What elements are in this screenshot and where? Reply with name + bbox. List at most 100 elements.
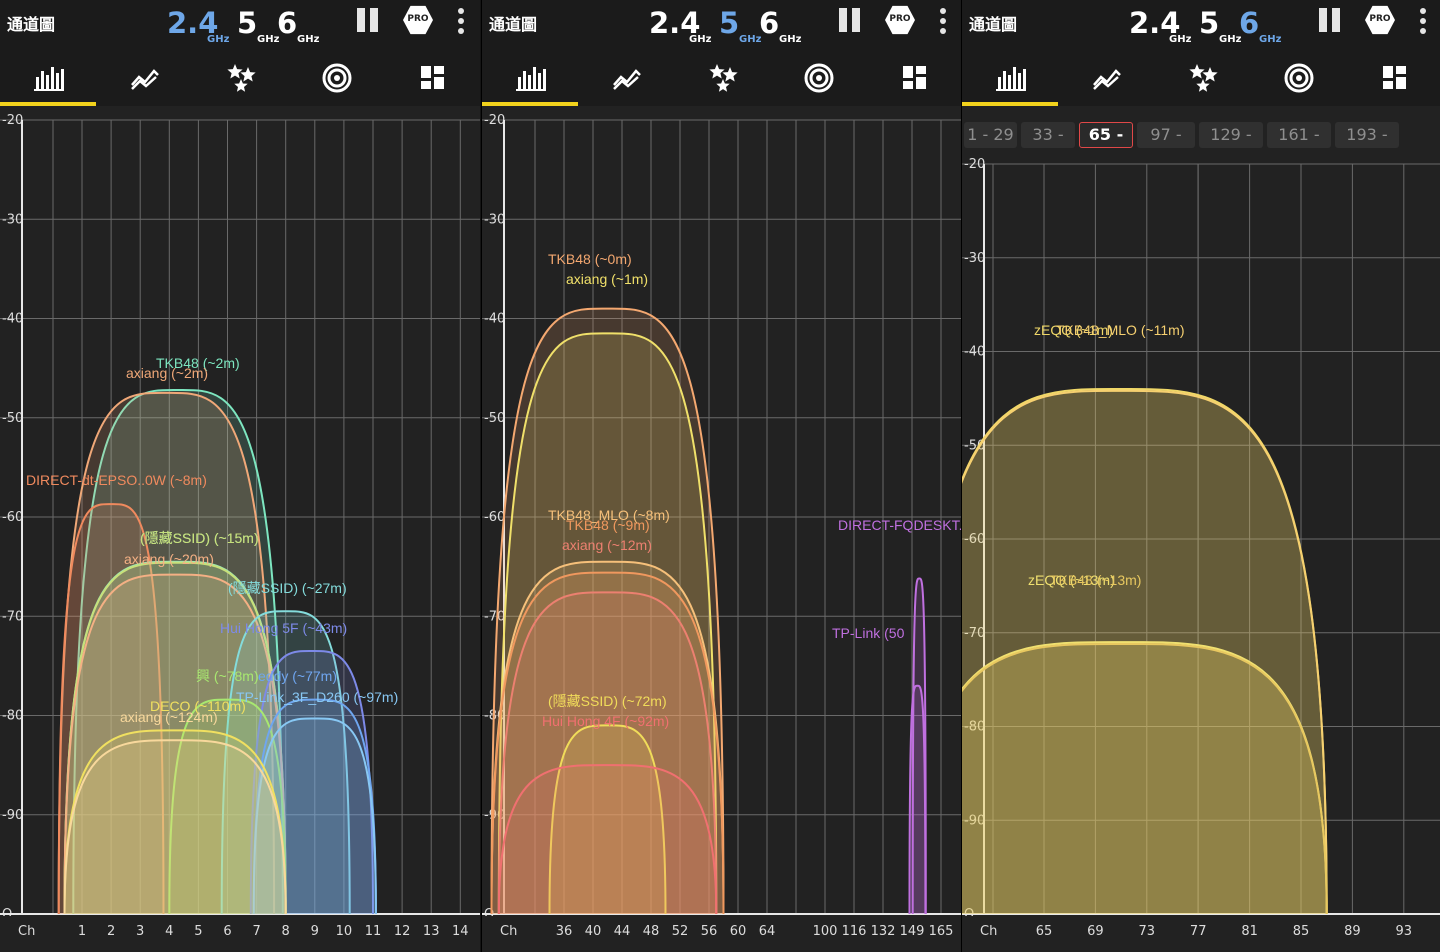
tab-rating[interactable] [192,52,288,106]
channel-range-button[interactable]: 33 - 61 [1021,122,1075,170]
channel-range-button[interactable]: 1 - 29 [964,122,1017,148]
rating-tab-icon [709,64,738,92]
x-tick-label: 12 [394,924,411,939]
band-toggle-2-4ghz[interactable]: 2.4 GHz [165,6,229,46]
y-tick-label: -30 [964,251,985,266]
x-tick-label: 1 [78,924,86,939]
tab-channel-graph[interactable] [482,52,578,106]
pro-badge-icon[interactable]: PRO [885,5,915,35]
band-toggle-5ghz[interactable]: 5 GHz [717,6,761,46]
band-toggle-6ghz[interactable]: 6 GHz [1237,6,1281,46]
network-label[interactable]: TKB48 (~9m) [566,517,650,533]
pro-badge-icon[interactable]: PRO [403,5,433,35]
band-number: 5 [237,6,258,40]
network-curve[interactable] [63,739,287,915]
channel-range-button[interactable]: 193 - 233 [1335,122,1399,170]
time-graph-tab-icon [131,69,159,90]
network-curve[interactable] [908,684,927,915]
channel-range-button[interactable]: 129 - 157 [1199,122,1263,170]
x-tick-label: 7 [252,924,260,939]
x-tick-label: 2 [107,924,115,939]
x-axis-label: Ch [18,924,35,939]
network-label[interactable]: TKB48 (~0m) [548,251,632,267]
channel-range-button[interactable]: 65 - 93 [1079,122,1133,168]
network-label[interactable]: eddy (~77m) [258,668,337,684]
tab-dashboard[interactable] [1346,52,1440,106]
network-curve[interactable] [962,642,1328,915]
network-curve[interactable] [497,764,718,915]
y-tick-label: -30 [484,212,505,227]
x-tick-label: 36 [556,924,573,939]
channel-graph-tab-icon [516,67,546,91]
y-tick-label: -50 [484,411,505,426]
channel-chart-svg: -20-30-40-50-60-70-80-90QCh3640444852566… [482,106,962,952]
network-label[interactable]: (隱藏SSID) (~27m) [228,580,347,596]
network-label[interactable]: axiang (~12m) [562,537,652,553]
tab-time-graph[interactable] [1058,52,1154,106]
band-unit: GHz [297,34,320,45]
network-label[interactable]: Hui Hong 4F (~92m) [542,713,669,729]
channel-range-button[interactable]: 161 - 189 [1267,122,1331,170]
network-label[interactable]: TKB48_MLO (~11m) [1056,322,1185,338]
network-label[interactable]: (隱藏SSID) (~72m) [548,693,667,709]
network-label[interactable]: TP-Link (50 [832,625,905,641]
network-label[interactable]: Hui Hong 5F (~43m) [220,620,347,636]
tab-access-points[interactable] [288,52,384,106]
network-label[interactable]: DIRECT-FQDESKT..F [838,517,962,533]
channel-chart: -20-30-40-50-60-70-80-90QCh6569737781858… [962,150,1440,952]
channel-chart-svg: -20-30-40-50-60-70-80-90QCh6569737781858… [962,150,1440,952]
y-tick-label: -80 [2,709,23,724]
network-label[interactable]: axiang (~1m) [566,271,648,287]
band-toggle-2-4ghz[interactable]: 2.4 GHz [1127,6,1191,46]
more-options-icon[interactable] [458,8,464,34]
network-label[interactable]: DIRECT-dt-EPSO..0W (~8m) [26,472,207,488]
more-options-icon[interactable] [1420,8,1426,34]
y-tick-label: -40 [2,312,23,327]
channel-range-button[interactable]: 97 - 125 [1137,122,1195,170]
band-toggle-6ghz[interactable]: 6 GHz [757,6,801,46]
tab-dashboard[interactable] [866,52,962,106]
channel-chart: -20-30-40-50-60-70-80-90QCh3640444852566… [482,106,962,952]
more-options-icon[interactable] [940,8,946,34]
band-unit: GHz [1169,34,1192,45]
band-toggle-2-4ghz[interactable]: 2.4 GHz [647,6,711,46]
tab-time-graph[interactable] [578,52,674,106]
access-points-tab-icon [1284,63,1314,93]
pause-button[interactable] [839,8,863,32]
tab-rating[interactable] [674,52,770,106]
view-tabs [0,52,480,106]
band-toggle-5ghz[interactable]: 5 GHz [235,6,279,46]
tab-dashboard[interactable] [384,52,480,106]
pause-button[interactable] [357,8,381,32]
tab-time-graph[interactable] [96,52,192,106]
y-tick-label: -20 [964,157,985,172]
access-points-tab-icon [804,63,834,93]
y-tick-label: -60 [484,510,505,525]
network-label[interactable]: TP-Link_3F_D260 (~97m) [236,689,398,705]
y-tick-label: -90 [2,808,23,823]
network-label[interactable]: (隱藏SSID) (~15m) [140,530,259,546]
network-label[interactable]: TKB48 (~13m) [1050,572,1141,588]
time-graph-tab-icon [1093,69,1121,90]
network-label[interactable]: axiang (~20m) [124,551,214,567]
pause-button[interactable] [1319,8,1343,32]
tab-access-points[interactable] [1250,52,1346,106]
band-number: 6 [1239,6,1260,40]
tab-rating[interactable] [1154,52,1250,106]
x-axis-label: Ch [500,924,517,939]
tab-access-points[interactable] [770,52,866,106]
band-toggle-5ghz[interactable]: 5 GHz [1197,6,1241,46]
page-title: 通道圖 [489,15,538,34]
channel-chart: -20-30-40-50-60-70-80-90QCh1234567891011… [0,106,480,952]
pro-badge-icon[interactable]: PRO [1365,5,1395,35]
band-toggle-6ghz[interactable]: 6 GHz [275,6,319,46]
network-label[interactable]: axiang (~124m) [120,709,218,725]
channel-graph-panel-5ghz: 通道圖 2.4 GHz 5 GHz 6 GHz PRO -20 -30 -40 -50 -60 -70 -8… [481,0,962,952]
network-label[interactable]: 興 (~78m) [196,668,259,684]
network-label[interactable]: axiang (~2m) [126,365,208,381]
tab-channel-graph[interactable] [962,52,1058,106]
channel-graph-tab-icon [996,67,1026,91]
y-tick-label: -30 [2,212,23,227]
page-title: 通道圖 [969,15,1018,34]
tab-channel-graph[interactable] [0,52,96,106]
